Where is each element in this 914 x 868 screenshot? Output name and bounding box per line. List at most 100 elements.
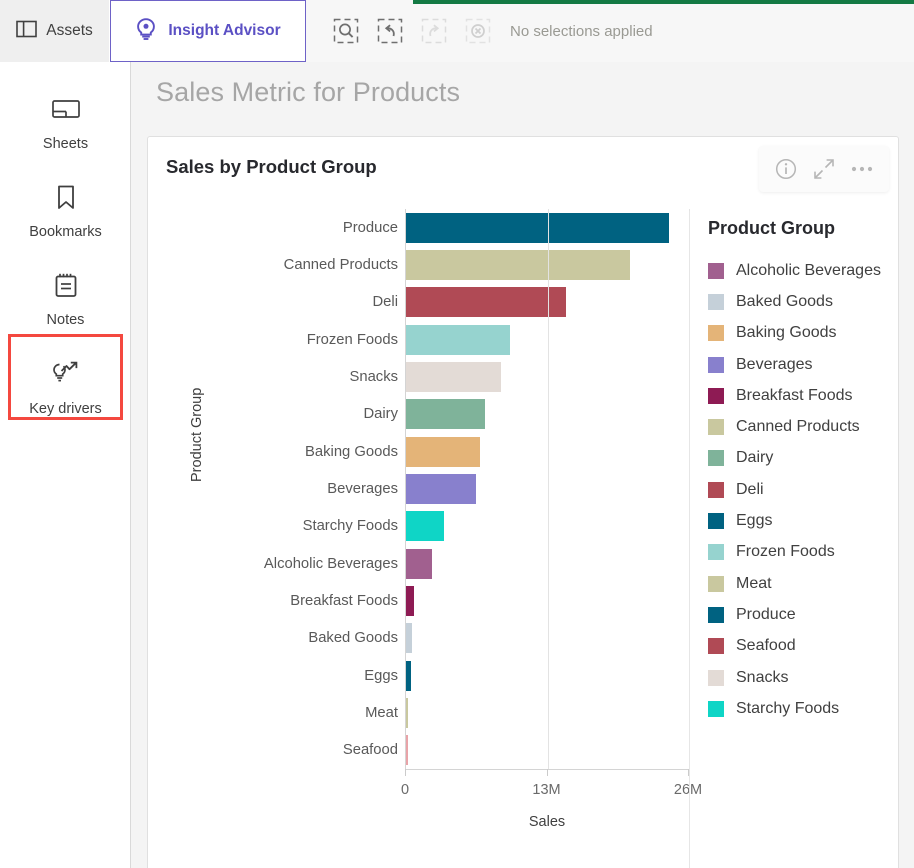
bar[interactable] [406,735,408,766]
legend-swatch [708,481,724,498]
legend-swatch [708,387,724,404]
bar[interactable] [406,212,670,243]
legend-item-label: Baked Goods [736,292,833,310]
legend-swatch [708,513,724,530]
y-axis-tick-label[interactable]: Produce [343,220,398,236]
x-axis-tick [546,769,548,776]
y-axis-tick-labels: Produce Canned Products Deli Frozen Foods Sn… [222,209,404,769]
bar[interactable] [406,548,433,579]
tab-insight-advisor[interactable]: Insight Advisor [110,0,306,62]
legend-item[interactable]: Frozen Foods [704,537,894,568]
bar[interactable] [406,324,511,355]
bar[interactable] [406,586,415,616]
more-options-icon[interactable] [845,152,879,186]
bookmark-icon [55,184,77,216]
legend-title: Product Group [708,218,835,238]
bar[interactable] [406,511,445,542]
assets-button[interactable]: Assets [0,0,110,62]
panel-layout-icon [16,20,38,43]
expand-icon[interactable] [807,152,841,186]
y-axis-tick-label[interactable]: Canned Products [284,257,398,273]
bar[interactable] [406,362,501,392]
legend-item[interactable]: Meat [704,568,894,599]
sidebar-item-key-drivers[interactable]: Key drivers [0,344,131,432]
grid-line [547,209,549,769]
legend-item[interactable]: Canned Products [704,411,894,442]
bar-chart: Product Group Produce Canned Products Deli… [148,197,900,868]
top-bar: Assets Insight Advisor No selections app… [0,0,914,62]
legend-item[interactable]: Eggs [704,505,894,536]
y-axis-title: Product Group [189,387,205,482]
bar[interactable] [406,660,411,691]
legend-item-label: Baking Goods [736,324,837,342]
bar[interactable] [406,698,408,728]
legend-swatch [708,606,724,623]
chart-card: Sales by Product Group Product Group Pro… [147,136,899,868]
bar[interactable] [406,287,566,318]
legend-item-label: Frozen Foods [736,543,835,561]
legend-swatch [708,262,724,279]
plot-area: Produce Canned Products Deli Frozen Foods Sn… [222,209,702,868]
y-axis-tick-label[interactable]: Frozen Foods [307,332,398,348]
legend-item[interactable]: Starchy Foods [704,693,894,724]
y-axis-tick-label[interactable]: Eggs [364,668,398,684]
legend-item-label: Starchy Foods [736,699,840,717]
legend-item[interactable]: Beverages [704,349,894,380]
legend-item[interactable]: Alcoholic Beverages [704,255,894,286]
sidebar-item-bookmarks[interactable]: Bookmarks [0,168,131,256]
bar[interactable] [406,399,486,430]
bars-container [405,209,690,769]
bar[interactable] [406,623,413,654]
legend-item[interactable]: Snacks [704,662,894,693]
y-axis-tick-label[interactable]: Baked Goods [308,630,398,646]
legend-item[interactable]: Baked Goods [704,286,894,317]
legend-item-label: Dairy [736,449,774,467]
legend-item[interactable]: Produce [704,599,894,630]
sidebar-item-sheets[interactable]: Sheets [0,80,131,168]
y-axis-tick-label[interactable]: Starchy Foods [303,518,398,534]
y-axis-tick-label[interactable]: Seafood [343,742,398,758]
step-back-icon[interactable] [368,9,412,53]
legend-item[interactable]: Deli [704,474,894,505]
chart-card-title: Sales by Product Group [166,156,377,177]
selections-toolbar: No selections applied [306,0,914,62]
y-axis-tick-label[interactable]: Beverages [327,481,398,497]
qlik-insight-advisor-window: Assets Insight Advisor No selections app… [0,0,914,868]
legend-item-label: Deli [736,480,764,498]
legend-swatch [708,450,724,467]
legend-item[interactable]: Seafood [704,631,894,662]
bar[interactable] [406,250,631,280]
assets-button-label: Assets [46,22,93,39]
info-icon[interactable] [769,152,803,186]
sidebar-item-notes-label: Notes [46,312,85,328]
accent-bar [413,0,914,4]
x-axis-tick-label: 0 [400,782,410,798]
sidebar-item-key-drivers-label: Key drivers [29,400,102,417]
clear-selections-icon [456,9,500,53]
step-forward-icon [412,9,456,53]
legend-swatch [708,669,724,686]
legend-swatch [708,419,724,436]
legend-swatch [708,575,724,592]
bar[interactable] [406,474,476,504]
page-title: Sales Metric for Products [156,77,461,107]
legend-item[interactable]: Baking Goods [704,318,894,349]
notes-icon [53,272,79,304]
selection-search-icon[interactable] [324,9,368,53]
y-axis-tick-label[interactable]: Meat [365,705,398,721]
insight-bulb-eye-icon [135,17,157,46]
y-axis-tick-label[interactable]: Baking Goods [305,444,398,460]
y-axis-tick-label[interactable]: Dairy [363,406,398,422]
sidebar-item-notes[interactable]: Notes [0,256,131,344]
legend-item-label: Eggs [736,512,773,530]
y-axis-tick-label[interactable]: Alcoholic Beverages [264,556,398,572]
bar[interactable] [406,436,480,467]
y-axis-tick-label[interactable]: Breakfast Foods [290,593,398,609]
legend-item[interactable]: Breakfast Foods [704,380,894,411]
legend-item-label: Snacks [736,668,789,686]
y-axis-tick-label[interactable]: Snacks [349,369,398,385]
y-axis-tick-label[interactable]: Deli [373,294,399,310]
legend-item[interactable]: Dairy [704,443,894,474]
x-axis-tick [405,769,406,776]
x-axis-tick-label: 13M [532,782,561,798]
